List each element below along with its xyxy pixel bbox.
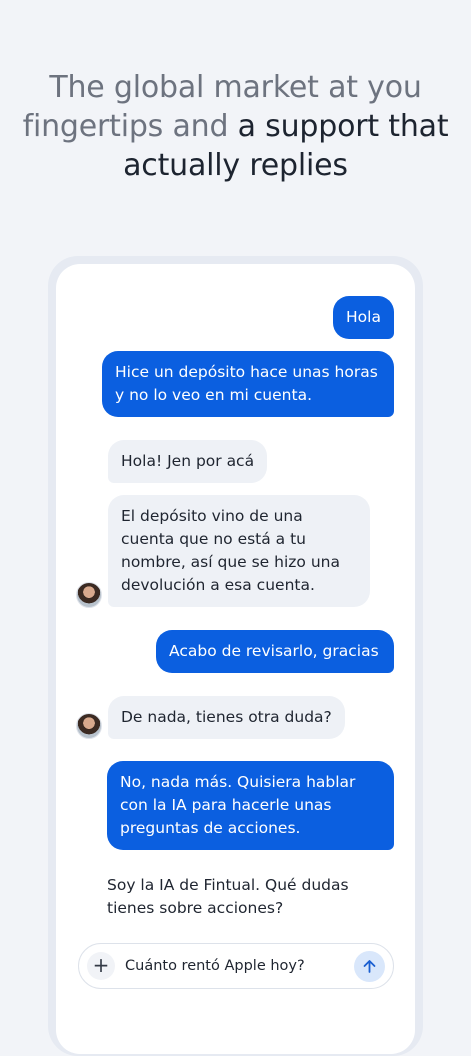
message-composer[interactable]: + Cuánto rentó Apple hoy? [78, 943, 394, 989]
user-message: Hola [333, 296, 394, 339]
message-input[interactable]: Cuánto rentó Apple hoy? [125, 956, 305, 976]
user-message: Hice un depósito hace unas horas y no lo… [102, 351, 394, 417]
agent-message: De nada, tienes otra duda? [108, 696, 345, 739]
agent-message: El depósito vino de una cuenta que no es… [108, 495, 370, 607]
headline-strong-text: a support that [237, 109, 449, 144]
agent-avatar [76, 713, 102, 739]
send-button[interactable] [354, 951, 385, 982]
ai-message: Soy la IA de Fintual. Qué dudas tienes s… [107, 876, 349, 917]
agent-avatar [76, 582, 102, 608]
headline-line-1: The global market at you [49, 70, 422, 105]
headline-line-3: actually replies [123, 148, 348, 183]
headline: The global market at you fingertips and … [0, 68, 471, 185]
agent-message: Hola! Jen por acá [108, 440, 268, 483]
headline-light-text: fingertips and [22, 109, 229, 144]
plus-icon[interactable]: + [87, 952, 115, 980]
headline-line-2: fingertips and a support that [0, 107, 471, 146]
user-message: No, nada más. Quisiera hablar con la IA … [107, 761, 394, 850]
user-message: Acabo de revisarlo, gracias [156, 630, 394, 673]
arrow-up-icon [363, 960, 376, 973]
